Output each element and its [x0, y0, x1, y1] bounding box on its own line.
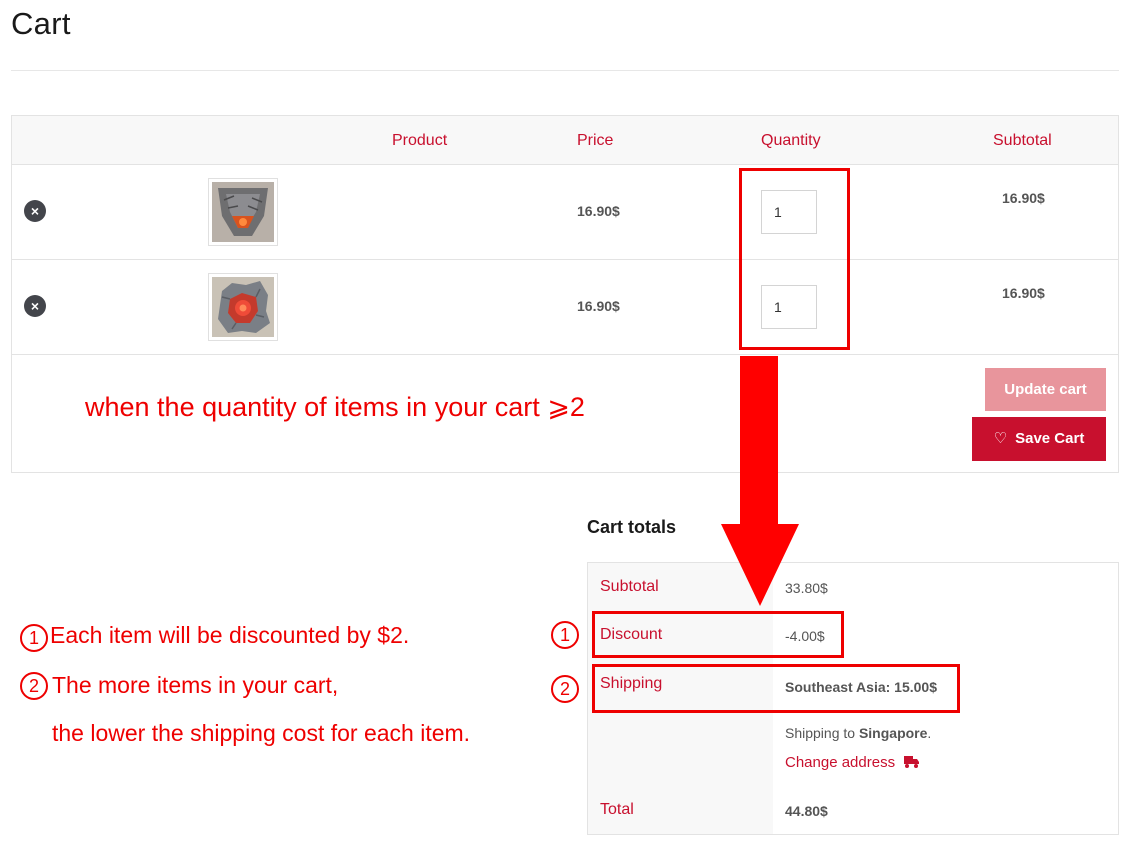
- shipping-destination: Shipping to Singapore.: [785, 725, 931, 741]
- header-quantity: Quantity: [761, 132, 821, 149]
- page-title: Cart: [11, 6, 71, 41]
- update-cart-button[interactable]: Update cart: [985, 368, 1106, 411]
- truck-icon: [904, 756, 920, 768]
- total-label: Total: [600, 801, 634, 818]
- item-subtotal: 16.90$: [1002, 285, 1045, 301]
- change-address-link[interactable]: Change address: [785, 754, 920, 771]
- change-address-label: Change address: [785, 754, 896, 771]
- discount-marker: 1: [551, 621, 579, 649]
- cart-table-header: Product Price Quantity Subtotal: [12, 116, 1118, 165]
- header-product: Product: [392, 132, 448, 149]
- product-image: [212, 182, 274, 242]
- discount-highlight-box: [592, 611, 844, 658]
- shipping-marker: 2: [551, 675, 579, 703]
- note-2-line-1: The more items in your cart,: [52, 672, 339, 698]
- header-price: Price: [577, 132, 614, 149]
- item-price: 16.90$: [577, 203, 620, 219]
- product-thumbnail[interactable]: [208, 273, 278, 341]
- cart-totals-heading: Cart totals: [587, 517, 677, 537]
- down-arrow-annotation: [721, 356, 799, 606]
- product-thumbnail[interactable]: [208, 178, 278, 246]
- quantity-highlight-box: [739, 168, 850, 350]
- item-subtotal: 16.90$: [1002, 190, 1045, 206]
- note-1-text: Each item will be discounted by $2.: [50, 622, 410, 648]
- shipping-to-suffix: .: [927, 725, 932, 741]
- header-subtotal: Subtotal: [993, 132, 1052, 149]
- product-image: [212, 277, 274, 337]
- heart-icon: ♡: [993, 430, 1008, 447]
- item-price: 16.90$: [577, 298, 620, 314]
- total-value: 44.80$: [785, 803, 828, 819]
- shipping-to-prefix: Shipping to: [785, 725, 856, 741]
- note-2-line-2: the lower the shipping cost for each ite…: [52, 720, 471, 746]
- save-cart-button[interactable]: ♡ Save Cart: [972, 417, 1106, 461]
- quantity-condition-annotation: when the quantity of items in your cart …: [85, 392, 585, 422]
- remove-item-icon[interactable]: ×: [24, 295, 46, 317]
- subtotal-label: Subtotal: [600, 578, 659, 595]
- title-divider: [11, 70, 1119, 71]
- note-2-marker: 2: [20, 672, 48, 700]
- note-1-marker: 1: [20, 624, 48, 652]
- shipping-country: Singapore: [858, 725, 928, 741]
- cart-item-row: × 16.90$ 16.90$: [12, 165, 1118, 260]
- save-cart-label: Save Cart: [1015, 430, 1085, 447]
- shipping-highlight-box: [592, 664, 960, 713]
- cart-item-row: × 16.90$ 16.90$: [12, 260, 1118, 355]
- remove-item-icon[interactable]: ×: [24, 200, 46, 222]
